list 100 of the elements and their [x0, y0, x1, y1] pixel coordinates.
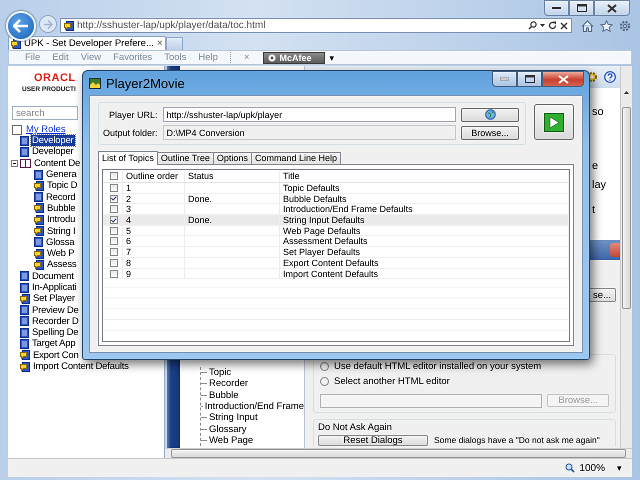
tree-item[interactable]: Record [45, 192, 76, 203]
dialog-tab[interactable]: Command Line Help [250, 152, 341, 164]
settings-icon[interactable] [619, 20, 631, 32]
tree-item[interactable]: Developer [31, 146, 75, 158]
address-bar[interactable]: http://sshuster-lap/upk/player/data/toc.html [60, 18, 572, 33]
row-checkbox[interactable] [110, 226, 118, 235]
row-checkbox[interactable] [110, 248, 118, 256]
tree-item[interactable]: Document [31, 270, 75, 282]
tree-item[interactable]: Target App [31, 338, 76, 350]
browse-button[interactable]: Browse... [461, 126, 519, 140]
checkbox[interactable] [12, 124, 22, 134]
tree-item[interactable]: Recorder D [31, 316, 80, 327]
outline-item[interactable]: Bubble [201, 390, 304, 401]
maximize-button[interactable] [569, 0, 594, 16]
radio-label[interactable]: Use default HTML editor installed on your system [334, 361, 542, 372]
tree-item[interactable]: Export Con [32, 350, 80, 361]
scroll-up-icon[interactable] [624, 91, 629, 94]
help-icon[interactable] [604, 71, 616, 83]
editor-path-field[interactable] [320, 394, 542, 408]
outline-item[interactable]: String Input [201, 412, 304, 424]
row-checkbox[interactable] [110, 216, 118, 224]
tree-item[interactable]: Set Player [32, 293, 76, 304]
outline-item[interactable]: Topic [201, 366, 304, 378]
select-all-checkbox[interactable] [110, 172, 118, 180]
radio-button[interactable] [320, 362, 329, 371]
url-field[interactable]: http://sshuster-lap/upk/player [162, 107, 456, 122]
tree-item[interactable]: Glossa [45, 236, 76, 248]
tree-item[interactable]: Topic D [46, 180, 78, 192]
column-header[interactable]: Outline order [123, 170, 185, 182]
row-checkbox[interactable] [110, 184, 118, 192]
star-icon[interactable] [600, 20, 613, 32]
speech-bubble-icon [20, 350, 30, 360]
expander-icon[interactable] [11, 160, 18, 167]
table-row[interactable]: 3 Introduction/End Frame Defaults [103, 204, 569, 216]
dialog-tab[interactable]: Outline Tree [156, 152, 214, 164]
close-tab-button[interactable]: × [156, 38, 163, 49]
column-header[interactable]: Title [280, 170, 569, 182]
tree-item[interactable]: Genera [45, 169, 78, 180]
vertical-scrollbar[interactable] [620, 66, 632, 448]
text-fragment: t [592, 203, 596, 217]
tree-item[interactable]: Preview De [31, 304, 80, 316]
speech-bubble-icon [34, 203, 44, 214]
browser-tab[interactable]: UPK - Set Developer Prefere... × [8, 36, 166, 50]
tree-item[interactable]: Content De [33, 158, 82, 169]
outline-item[interactable]: Glossary [201, 423, 304, 435]
folder-field[interactable]: D:\MP4 Conversion [162, 125, 456, 140]
dropdown-button[interactable]: ▾ [330, 52, 334, 62]
outline-item[interactable]: Recorder [201, 378, 304, 390]
radio-label[interactable]: Select another HTML editor [334, 376, 450, 387]
tree-item[interactable]: Import Content Defaults [32, 361, 130, 372]
tree-item[interactable]: Web P [46, 248, 76, 260]
maximize-button[interactable] [517, 71, 542, 87]
speech-bubble-icon [34, 260, 44, 270]
addon-button[interactable]: McAfee [263, 52, 324, 64]
play-button[interactable] [534, 104, 574, 140]
table-row[interactable]: 4 Done. String Input Defaults [103, 215, 569, 226]
tree-item[interactable]: In-Applicati [31, 282, 78, 293]
table-row[interactable]: 7 Set Player Defaults [103, 247, 569, 258]
tree-item[interactable]: Assess [46, 259, 78, 270]
stop-icon[interactable] [560, 22, 568, 30]
refresh-icon[interactable] [548, 21, 557, 30]
tree-item[interactable]: Developer [31, 135, 75, 146]
home-icon[interactable] [581, 20, 594, 32]
minimize-button[interactable] [544, 0, 569, 16]
dialog-tab[interactable]: List of Topics [98, 151, 158, 165]
table-row[interactable]: 1 Topic Defaults [103, 183, 569, 194]
dialog-tab[interactable]: Options [212, 152, 252, 164]
search-icon[interactable] [528, 21, 537, 30]
column-header[interactable]: Status [185, 170, 280, 182]
tree-item[interactable]: Spelling De [31, 327, 80, 338]
table-row[interactable]: 2 Done. Bubble Defaults [103, 194, 569, 204]
zoom-icon[interactable] [565, 463, 576, 473]
tree-item[interactable]: String I [46, 226, 76, 237]
horizontal-scrollbar[interactable] [165, 448, 632, 458]
row-checkbox[interactable] [110, 270, 118, 278]
tree-item[interactable]: Introdu [46, 214, 76, 226]
outline-item[interactable]: Introduction/End Frame [201, 400, 304, 412]
browse-button[interactable]: se... [588, 288, 616, 302]
table-row[interactable]: 5 Web Page Defaults [103, 226, 569, 236]
row-checkbox[interactable] [110, 194, 118, 203]
radio-button[interactable] [320, 377, 329, 386]
table-cell: Set Player Defaults [280, 247, 569, 258]
tree-item[interactable]: Bubble [46, 202, 76, 214]
outline-item[interactable]: Web Page [201, 434, 304, 446]
table-row[interactable]: 6 Assessment Defaults [103, 236, 569, 248]
row-checkbox[interactable] [110, 237, 118, 246]
zoom-menu-button[interactable]: ▾ [617, 463, 622, 473]
reset-dialogs-button[interactable]: Reset Dialogs [318, 435, 428, 446]
minimize-button[interactable] [492, 71, 517, 87]
caret-icon[interactable] [540, 24, 545, 28]
back-button[interactable] [6, 11, 36, 41]
fetch-button[interactable] [461, 108, 519, 122]
row-checkbox[interactable] [110, 205, 118, 214]
search-field[interactable]: search [12, 106, 78, 120]
roles-link[interactable]: My Roles [26, 124, 66, 135]
table-row[interactable]: 9 Import Content Defaults [103, 268, 569, 280]
speech-bubble-icon [20, 294, 30, 304]
row-checkbox[interactable] [110, 258, 118, 267]
zoom-level[interactable]: 100% [579, 462, 605, 474]
table-row[interactable]: 8 Export Content Defaults [103, 258, 569, 268]
